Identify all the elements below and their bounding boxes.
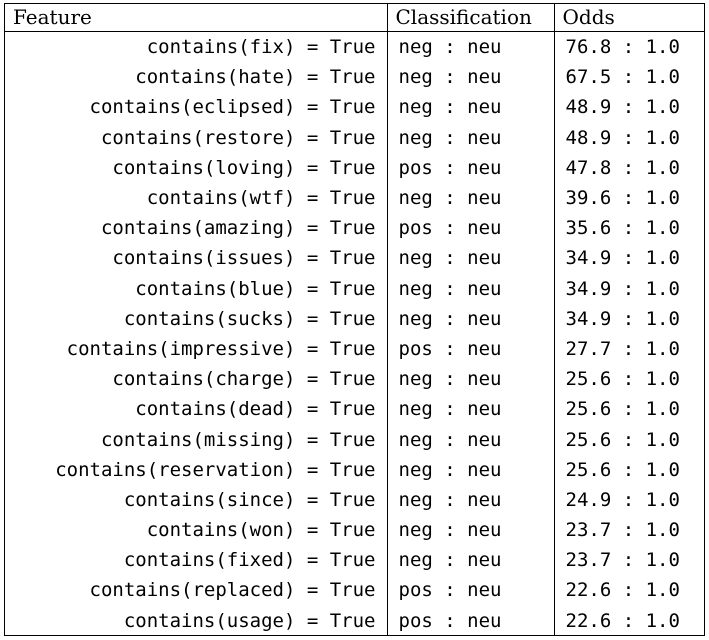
table-row: contains(charge) = True neg : neu 25.6 :…: [5, 364, 704, 395]
feature-cell: contains(blue) = True: [5, 273, 388, 304]
feature-cell: contains(reservation) = True: [5, 454, 388, 485]
classification-cell: neg : neu: [387, 62, 555, 93]
odds-cell: 34.9 : 1.0: [565, 247, 680, 270]
table-row: contains(replaced) = True pos : neu 22.6…: [5, 575, 704, 606]
table-row: contains(dead) = True neg : neu 25.6 : 1…: [5, 394, 704, 425]
classification-cell: neg : neu: [387, 243, 555, 274]
table-row: contains(fix) = True neg : neu 76.8 : 1.…: [5, 31, 704, 63]
feature-cell: contains(eclipsed) = True: [5, 92, 388, 123]
feature-cell: contains(won) = True: [5, 515, 388, 546]
odds-cell: 35.6 : 1.0: [565, 217, 680, 240]
classification-cell: neg : neu: [387, 454, 555, 485]
odds-cell: 34.9 : 1.0: [565, 277, 680, 300]
feature-cell: contains(charge) = True: [5, 364, 388, 395]
odds-cell: 24.9 : 1.0: [565, 488, 680, 511]
classification-cell: neg : neu: [387, 484, 555, 515]
table-row: contains(blue) = True neg : neu 34.9 : 1…: [5, 273, 704, 304]
classification-cell: neg : neu: [387, 273, 555, 304]
classification-cell: neg : neu: [387, 303, 555, 334]
classification-cell: pos : neu: [387, 152, 555, 183]
feature-cell: contains(wtf) = True: [5, 182, 388, 214]
feature-cell: contains(fixed) = True: [5, 545, 388, 576]
classification-cell: pos : neu: [387, 605, 555, 636]
feature-odds-table: Feature Classification Odds contains(fix…: [5, 4, 704, 636]
feature-cell: contains(loving) = True: [5, 152, 388, 183]
classification-cell: pos : neu: [387, 575, 555, 606]
table-row: contains(missing) = True neg : neu 25.6 …: [5, 424, 704, 455]
classification-cell: neg : neu: [387, 515, 555, 546]
table-row: contains(usage) = True pos : neu 22.6 : …: [5, 605, 704, 636]
odds-cell: 22.6 : 1.0: [565, 609, 680, 632]
feature-odds-table-container: Feature Classification Odds contains(fix…: [4, 3, 705, 636]
odds-cell: 47.8 : 1.0: [565, 156, 680, 179]
classification-cell: neg : neu: [387, 31, 555, 63]
classification-cell: neg : neu: [387, 122, 555, 153]
classification-cell: neg : neu: [387, 364, 555, 395]
odds-cell: 25.6 : 1.0: [565, 368, 680, 391]
table-row: contains(sucks) = True neg : neu 34.9 : …: [5, 303, 704, 334]
classification-cell: neg : neu: [387, 182, 555, 214]
odds-cell: 27.7 : 1.0: [565, 337, 680, 360]
classification-cell: neg : neu: [387, 92, 555, 123]
table-row: contains(hate) = True neg : neu 67.5 : 1…: [5, 62, 704, 93]
classification-cell: pos : neu: [387, 333, 555, 365]
header-row: Feature Classification Odds: [5, 4, 704, 32]
header-feature: Feature: [5, 4, 388, 32]
odds-cell: 48.9 : 1.0: [565, 126, 680, 149]
odds-cell: 22.6 : 1.0: [565, 579, 680, 602]
table-row: contains(won) = True neg : neu 23.7 : 1.…: [5, 515, 704, 546]
odds-cell: 23.7 : 1.0: [565, 519, 680, 542]
table-row: contains(impressive) = True pos : neu 27…: [5, 333, 704, 365]
odds-cell: 39.6 : 1.0: [565, 187, 680, 210]
feature-cell: contains(replaced) = True: [5, 575, 388, 606]
feature-cell: contains(issues) = True: [5, 243, 388, 274]
feature-cell: contains(impressive) = True: [5, 333, 388, 365]
feature-cell: contains(since) = True: [5, 484, 388, 515]
classification-cell: neg : neu: [387, 545, 555, 576]
feature-cell: contains(dead) = True: [5, 394, 388, 425]
odds-cell: 23.7 : 1.0: [565, 549, 680, 572]
classification-cell: neg : neu: [387, 394, 555, 425]
table-row: contains(eclipsed) = True neg : neu 48.9…: [5, 92, 704, 123]
feature-cell: contains(fix) = True: [5, 31, 388, 63]
odds-cell: 25.6 : 1.0: [565, 428, 680, 451]
feature-cell: contains(hate) = True: [5, 62, 388, 93]
table-row: contains(fixed) = True neg : neu 23.7 : …: [5, 545, 704, 576]
feature-cell: contains(restore) = True: [5, 122, 388, 153]
table-row: contains(wtf) = True neg : neu 39.6 : 1.…: [5, 182, 704, 214]
table-row: contains(amazing) = True pos : neu 35.6 …: [5, 213, 704, 244]
table-body: contains(fix) = True neg : neu 76.8 : 1.…: [5, 31, 704, 636]
odds-cell: 76.8 : 1.0: [565, 36, 680, 59]
feature-cell: contains(sucks) = True: [5, 303, 388, 334]
odds-cell: 48.9 : 1.0: [565, 96, 680, 119]
header-classification: Classification: [387, 4, 555, 32]
feature-cell: contains(usage) = True: [5, 605, 388, 636]
table-row: contains(since) = True neg : neu 24.9 : …: [5, 484, 704, 515]
odds-cell: 34.9 : 1.0: [565, 307, 680, 330]
classification-cell: neg : neu: [387, 424, 555, 455]
header-odds: Odds: [554, 4, 704, 32]
classification-cell: pos : neu: [387, 213, 555, 244]
feature-cell: contains(amazing) = True: [5, 213, 388, 244]
odds-cell: 25.6 : 1.0: [565, 398, 680, 421]
table-row: contains(restore) = True neg : neu 48.9 …: [5, 122, 704, 153]
feature-cell: contains(missing) = True: [5, 424, 388, 455]
table-row: contains(loving) = True pos : neu 47.8 :…: [5, 152, 704, 183]
odds-cell: 67.5 : 1.0: [565, 66, 680, 89]
table-row: contains(issues) = True neg : neu 34.9 :…: [5, 243, 704, 274]
table-row: contains(reservation) = True neg : neu 2…: [5, 454, 704, 485]
odds-cell: 25.6 : 1.0: [565, 458, 680, 481]
